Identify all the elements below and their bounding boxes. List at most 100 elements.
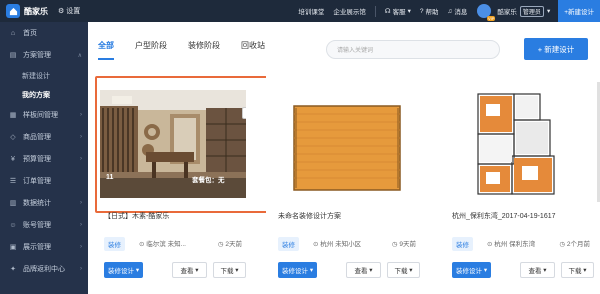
plan-title[interactable]: 杭州_保利东湾_2017-04-19-1617 bbox=[452, 211, 592, 221]
download-button[interactable]: 下载 ▾ bbox=[387, 262, 420, 278]
new-design-button[interactable]: + 新建设计 bbox=[524, 38, 588, 60]
stage-tag: 装修 bbox=[452, 237, 473, 251]
stage-tag: 装修 bbox=[104, 237, 125, 251]
chevron-down-icon: ▾ bbox=[583, 267, 587, 274]
download-label: 下载 bbox=[220, 268, 234, 275]
order-icon: ☰ bbox=[9, 178, 17, 185]
sidebar-subitem-my-plans[interactable]: 我的方案 bbox=[0, 85, 88, 104]
view-label: 查看 bbox=[528, 268, 542, 275]
decoration-design-label: 装修设计 bbox=[108, 268, 134, 275]
plan-thumbnail[interactable] bbox=[274, 90, 420, 198]
sidebar-item-showroom[interactable]: ▦ 样板间管理 › bbox=[0, 104, 88, 126]
image-count: 11 bbox=[106, 174, 114, 181]
time-text: 2个月前 bbox=[566, 241, 590, 248]
training-link[interactable]: 培训课堂 bbox=[298, 6, 324, 16]
settings-label: 设置 bbox=[66, 8, 81, 15]
chevron-right-icon: › bbox=[80, 222, 82, 228]
plan-card[interactable]: ▾ 11 套餐包：无 【日式】木素-酷家乐 装修 ⊙ 临尔滨 未知... ◷ 2… bbox=[92, 76, 268, 294]
showroom-link[interactable]: 企业展示馆 bbox=[333, 6, 366, 16]
location-text: 杭州 未知小区 bbox=[320, 241, 362, 248]
chevron-down-icon: ▾ bbox=[409, 267, 413, 274]
sidebar-item-accounts[interactable]: ☺ 账号管理 › bbox=[0, 214, 88, 236]
sidebar-subitem-new-design[interactable]: 新建设计 bbox=[0, 66, 88, 85]
decoration-design-button[interactable]: 装修设计 ▾ bbox=[104, 262, 144, 278]
sidebar-item-goods[interactable]: ◇ 商品管理 › bbox=[0, 126, 88, 148]
view-button[interactable]: 查看 ▾ bbox=[172, 262, 207, 278]
goods-icon: ◇ bbox=[10, 134, 16, 141]
chevron-down-icon: ▾ bbox=[369, 267, 373, 274]
download-button[interactable]: 下载 ▾ bbox=[213, 262, 246, 278]
sidebar-item-orders[interactable]: ☰ 订单管理 bbox=[0, 170, 88, 192]
plan-thumbnail[interactable] bbox=[448, 90, 594, 198]
view-button[interactable]: 查看 ▾ bbox=[520, 262, 555, 278]
tab-recycle-bin[interactable]: 回收站 bbox=[241, 40, 265, 60]
tab-floorplan-stage[interactable]: 户型阶段 bbox=[135, 40, 167, 60]
search-input[interactable]: 请输入关键词 bbox=[326, 40, 500, 59]
sidebar-item-display[interactable]: ▣ 展示管理 › bbox=[0, 236, 88, 258]
help-icon: ? bbox=[419, 7, 424, 15]
settings-link[interactable]: ⚙ 设置 bbox=[58, 6, 80, 16]
chevron-right-icon: › bbox=[80, 266, 82, 272]
messages-link[interactable]: ♫ 消息 bbox=[448, 6, 468, 17]
avatar[interactable]: VIP bbox=[477, 4, 496, 21]
display-icon: ▣ bbox=[9, 244, 17, 251]
download-label: 下载 bbox=[568, 268, 582, 275]
view-label: 查看 bbox=[354, 268, 368, 275]
tab-all[interactable]: 全部 bbox=[98, 40, 114, 60]
help-link[interactable]: ? 帮助 bbox=[419, 6, 439, 17]
decoration-design-label: 装修设计 bbox=[456, 268, 482, 275]
location: ⊙ 杭州 未知小区 bbox=[313, 238, 361, 248]
app-logo[interactable]: 酷家乐 bbox=[6, 4, 50, 18]
home-icon: ⌂ bbox=[10, 29, 16, 37]
account-icon: ☺ bbox=[9, 221, 17, 229]
chevron-right-icon: › bbox=[80, 134, 82, 140]
decoration-design-button[interactable]: 装修设计 ▾ bbox=[278, 262, 318, 278]
sidebar-item-home[interactable]: ⌂ 首页 bbox=[0, 22, 88, 44]
download-button[interactable]: 下载 ▾ bbox=[561, 262, 594, 278]
download-label: 下载 bbox=[394, 268, 408, 275]
brand-icon: ✦ bbox=[10, 266, 16, 273]
messages-label: 消息 bbox=[454, 9, 468, 16]
stats-icon: ▥ bbox=[9, 200, 17, 207]
budget-icon: ¥ bbox=[11, 155, 15, 163]
plan-card[interactable]: 杭州_保利东湾_2017-04-19-1617 装修 ⊙ 杭州 保利东湾 ◷ 2… bbox=[440, 76, 600, 294]
view-label: 查看 bbox=[180, 268, 194, 275]
user-name[interactable]: 酷家乐 bbox=[497, 6, 517, 16]
chevron-up-icon: ∧ bbox=[77, 52, 82, 59]
decoration-design-button[interactable]: 装修设计 ▾ bbox=[452, 262, 492, 278]
sidebar-item-stats[interactable]: ▥ 数据统计 › bbox=[0, 192, 88, 214]
sidebar-item-label: 方案管理 bbox=[23, 52, 51, 59]
package-label: 套餐包：无 bbox=[192, 177, 225, 184]
view-button[interactable]: 查看 ▾ bbox=[346, 262, 381, 278]
plan-icon: ▤ bbox=[9, 52, 17, 59]
tab-decoration-stage[interactable]: 装修阶段 bbox=[188, 40, 220, 60]
sidebar-item-plans[interactable]: ▤ 方案管理 ∧ bbox=[0, 44, 88, 66]
sidebar-item-label: 预算管理 bbox=[23, 156, 51, 163]
time-text: 2天前 bbox=[225, 241, 242, 248]
chevron-down-icon[interactable]: ▾ bbox=[547, 7, 550, 15]
sidebar-item-brand[interactable]: ✦ 品牌返利中心 › bbox=[0, 258, 88, 280]
sidebar-item-label: 订单管理 bbox=[23, 178, 51, 185]
timestamp: ◷ 2个月前 bbox=[559, 238, 590, 248]
plan-card[interactable]: 未命名装修设计方案 装修 ⊙ 杭州 未知小区 ◷ 9天前 装修设计 ▾ 查看 ▾… bbox=[266, 76, 426, 294]
location: ⊙ 杭州 保利东湾 bbox=[487, 238, 535, 248]
main-content: 全部 户型阶段 装修阶段 回收站 请输入关键词 + 新建设计 11 套餐包：无 … bbox=[88, 22, 600, 294]
sidebar-item-label: 展示管理 bbox=[23, 244, 51, 251]
expand-icon[interactable]: ▾ bbox=[242, 107, 246, 119]
location-text: 杭州 保利东湾 bbox=[494, 241, 536, 248]
sidebar: ⌂ 首页 ▤ 方案管理 ∧ 新建设计 我的方案 ▦ 样板间管理 › ◇ 商品管理 › ¥ 预算管… bbox=[0, 22, 88, 294]
plan-title[interactable]: 未命名装修设计方案 bbox=[278, 211, 418, 221]
chevron-down-icon: ▾ bbox=[235, 267, 239, 274]
plan-title[interactable]: 【日式】木素-酷家乐 bbox=[104, 211, 244, 221]
chevron-down-icon: ▾ bbox=[195, 267, 199, 274]
sidebar-item-label: 数据统计 bbox=[23, 200, 51, 207]
service-label: 客服 bbox=[392, 9, 406, 16]
location-text: 临尔滨 未知... bbox=[146, 241, 186, 248]
gear-icon: ⚙ bbox=[58, 8, 65, 15]
service-link[interactable]: ☊ 客服 ▾ bbox=[385, 6, 411, 16]
vip-badge: VIP bbox=[486, 16, 496, 21]
sidebar-item-budget[interactable]: ¥ 预算管理 › bbox=[0, 148, 88, 170]
timestamp: ◷ 9天前 bbox=[392, 238, 416, 248]
top-new-design-button[interactable]: +新建设计 bbox=[558, 0, 600, 22]
chevron-right-icon: › bbox=[80, 112, 82, 118]
